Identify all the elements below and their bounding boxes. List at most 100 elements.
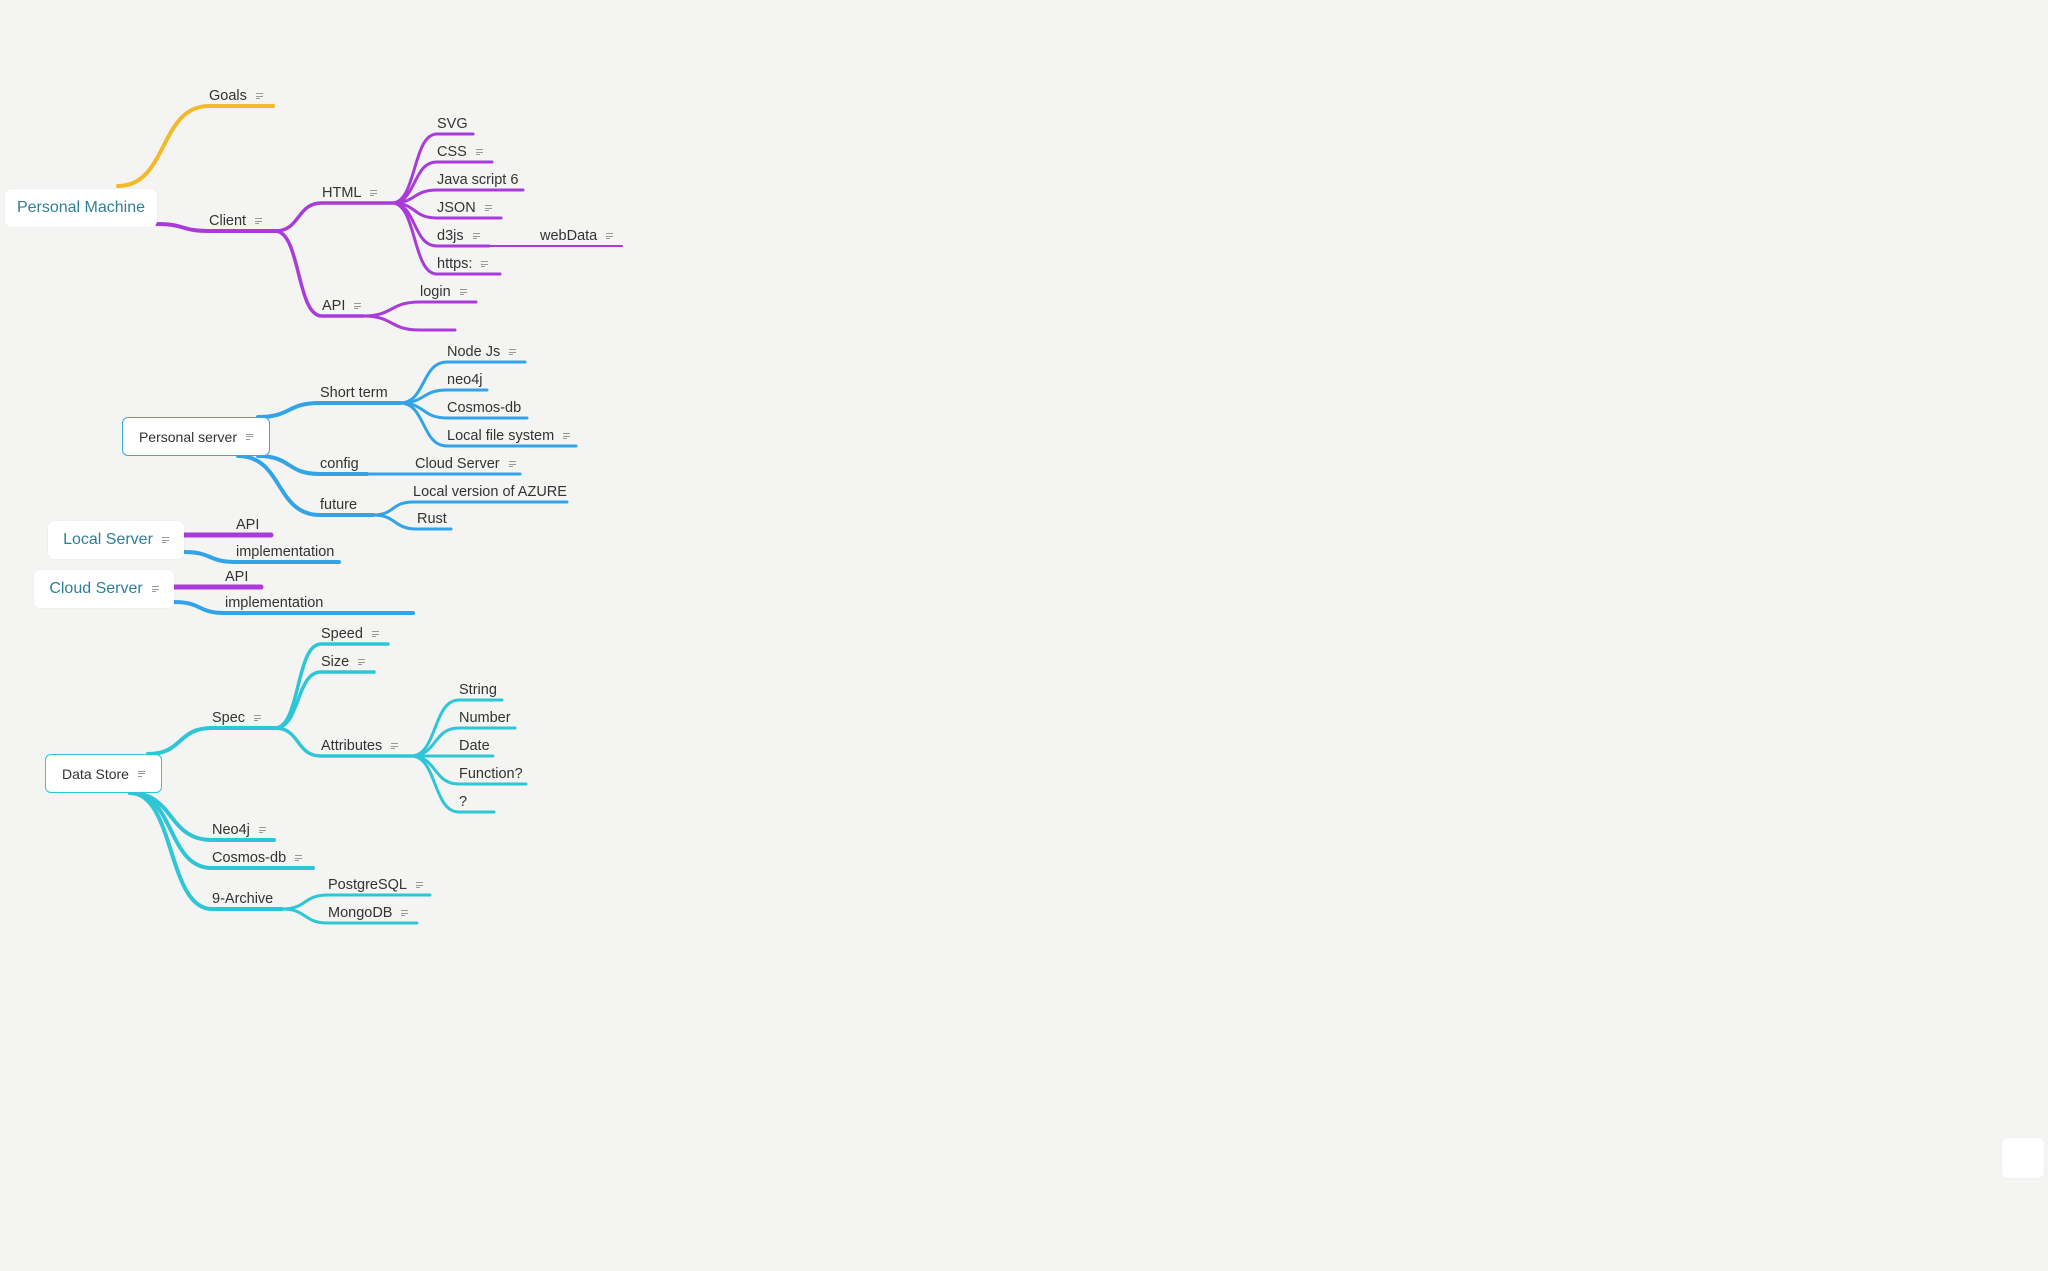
note-icon[interactable]: [371, 631, 379, 638]
topic-string[interactable]: String: [459, 682, 497, 699]
note-icon[interactable]: [401, 910, 409, 917]
topic-login[interactable]: login: [420, 284, 467, 301]
root-cloud-server[interactable]: Cloud Server: [34, 570, 174, 608]
topic-label: API: [236, 517, 260, 533]
topic-node-js[interactable]: Node Js: [447, 344, 517, 361]
edge-local-azure: [371, 500, 569, 517]
topic-goals[interactable]: Goals: [209, 88, 263, 105]
topic-label: Attributes: [321, 738, 383, 754]
topic-cloud-api[interactable]: API: [225, 569, 248, 586]
topic-label: String: [459, 682, 497, 698]
root-personal-machine[interactable]: Personal Machine: [5, 189, 157, 227]
root-label: Cloud Server: [49, 580, 143, 597]
topic-9-archive[interactable]: 9-Archive: [212, 891, 273, 908]
note-icon[interactable]: [391, 743, 399, 750]
topic-config[interactable]: config: [320, 456, 359, 473]
topic-local-api[interactable]: API: [236, 517, 259, 534]
topic-css[interactable]: CSS: [437, 144, 483, 161]
note-icon[interactable]: [161, 537, 169, 543]
topic-mongodb[interactable]: MongoDB: [328, 905, 409, 922]
topic-label: Function?: [459, 766, 523, 782]
note-icon[interactable]: [606, 233, 614, 240]
topic-label: Local file system: [447, 428, 555, 444]
note-icon[interactable]: [151, 586, 159, 592]
topic-label: Node Js: [447, 344, 501, 360]
edge-short-term: [256, 401, 402, 419]
topic-cosmos-db-server[interactable]: Cosmos-db: [447, 400, 521, 417]
topic-label: SVG: [437, 116, 468, 132]
topic-label: Size: [321, 654, 350, 670]
topic-question[interactable]: ?: [459, 794, 467, 811]
topic-cosmos-db[interactable]: Cosmos-db: [212, 850, 303, 867]
topic-postgresql[interactable]: PostgreSQL: [328, 877, 423, 894]
note-icon[interactable]: [472, 233, 480, 240]
note-icon[interactable]: [258, 827, 266, 834]
root-label: Data Store: [62, 765, 129, 782]
topic-cloud-server-config[interactable]: Cloud Server: [415, 456, 516, 473]
note-icon[interactable]: [484, 205, 492, 212]
topic-neo4j-server[interactable]: neo4j: [447, 372, 482, 389]
topic-label: Cosmos-db: [212, 850, 287, 866]
topic-attributes[interactable]: Attributes: [321, 738, 399, 755]
topic-label: CSS: [437, 144, 467, 160]
topic-local-implementation[interactable]: implementation: [236, 544, 334, 561]
root-personal-server[interactable]: Personal server: [122, 417, 270, 456]
topic-label: Spec: [212, 710, 246, 726]
topic-function[interactable]: Function?: [459, 766, 523, 783]
note-icon[interactable]: [255, 218, 263, 225]
root-data-store[interactable]: Data Store: [45, 754, 162, 793]
topic-label: Short term: [320, 385, 388, 401]
topic-webdata[interactable]: webData: [540, 228, 614, 245]
topic-local-file-system[interactable]: Local file system: [447, 428, 571, 445]
note-icon[interactable]: [137, 770, 145, 777]
note-icon[interactable]: [370, 190, 378, 197]
note-icon[interactable]: [481, 261, 489, 268]
topic-d3js[interactable]: d3js: [437, 228, 480, 245]
corner-panel-button[interactable]: [2002, 1138, 2044, 1178]
topic-client[interactable]: Client: [209, 213, 263, 230]
topic-label: future: [320, 497, 358, 513]
topic-number[interactable]: Number: [459, 710, 511, 727]
topic-json[interactable]: JSON: [437, 200, 492, 217]
topic-short-term[interactable]: Short term: [320, 385, 388, 402]
root-label: Personal server: [138, 428, 238, 445]
mind-map-canvas[interactable]: Personal Machine Personal server Local S…: [0, 0, 2048, 1266]
topic-label: Neo4j: [212, 822, 250, 838]
topic-label: ?: [459, 794, 468, 810]
topic-label: PostgreSQL: [328, 877, 407, 893]
topic-svg[interactable]: SVG: [437, 116, 468, 133]
note-icon[interactable]: [563, 433, 571, 440]
topic-label: implementation: [225, 595, 324, 611]
topic-local-azure[interactable]: Local version of AZURE: [413, 484, 567, 501]
topic-label: Number: [459, 710, 511, 726]
topic-rust[interactable]: Rust: [417, 511, 447, 528]
note-icon[interactable]: [254, 715, 262, 722]
topic-https[interactable]: https:: [437, 256, 489, 273]
topic-future[interactable]: future: [320, 497, 357, 514]
topic-speed[interactable]: Speed: [321, 626, 379, 643]
note-icon[interactable]: [295, 855, 303, 862]
topic-api[interactable]: API: [322, 298, 362, 315]
note-icon[interactable]: [255, 93, 263, 100]
note-icon[interactable]: [459, 289, 467, 296]
note-icon[interactable]: [416, 882, 423, 889]
note-icon[interactable]: [475, 149, 483, 156]
topic-size[interactable]: Size: [321, 654, 366, 671]
topic-spec[interactable]: Spec: [212, 710, 262, 727]
note-icon[interactable]: [358, 659, 366, 666]
topic-label: Rust: [417, 511, 447, 527]
note-icon[interactable]: [246, 433, 254, 440]
topic-cloud-implementation[interactable]: implementation: [225, 595, 323, 612]
root-local-server[interactable]: Local Server: [48, 521, 184, 559]
root-label: Personal Machine: [16, 199, 146, 216]
note-icon[interactable]: [509, 349, 517, 356]
topic-javascript[interactable]: Java script 6: [437, 172, 518, 189]
topic-label: Speed: [321, 626, 363, 642]
topic-html[interactable]: HTML: [322, 185, 378, 202]
edge-spec: [146, 726, 277, 756]
topic-neo4j[interactable]: Neo4j: [212, 822, 266, 839]
note-icon[interactable]: [508, 461, 516, 468]
note-icon[interactable]: [354, 303, 362, 310]
topic-date[interactable]: Date: [459, 738, 490, 755]
topic-label: Goals: [209, 88, 247, 104]
